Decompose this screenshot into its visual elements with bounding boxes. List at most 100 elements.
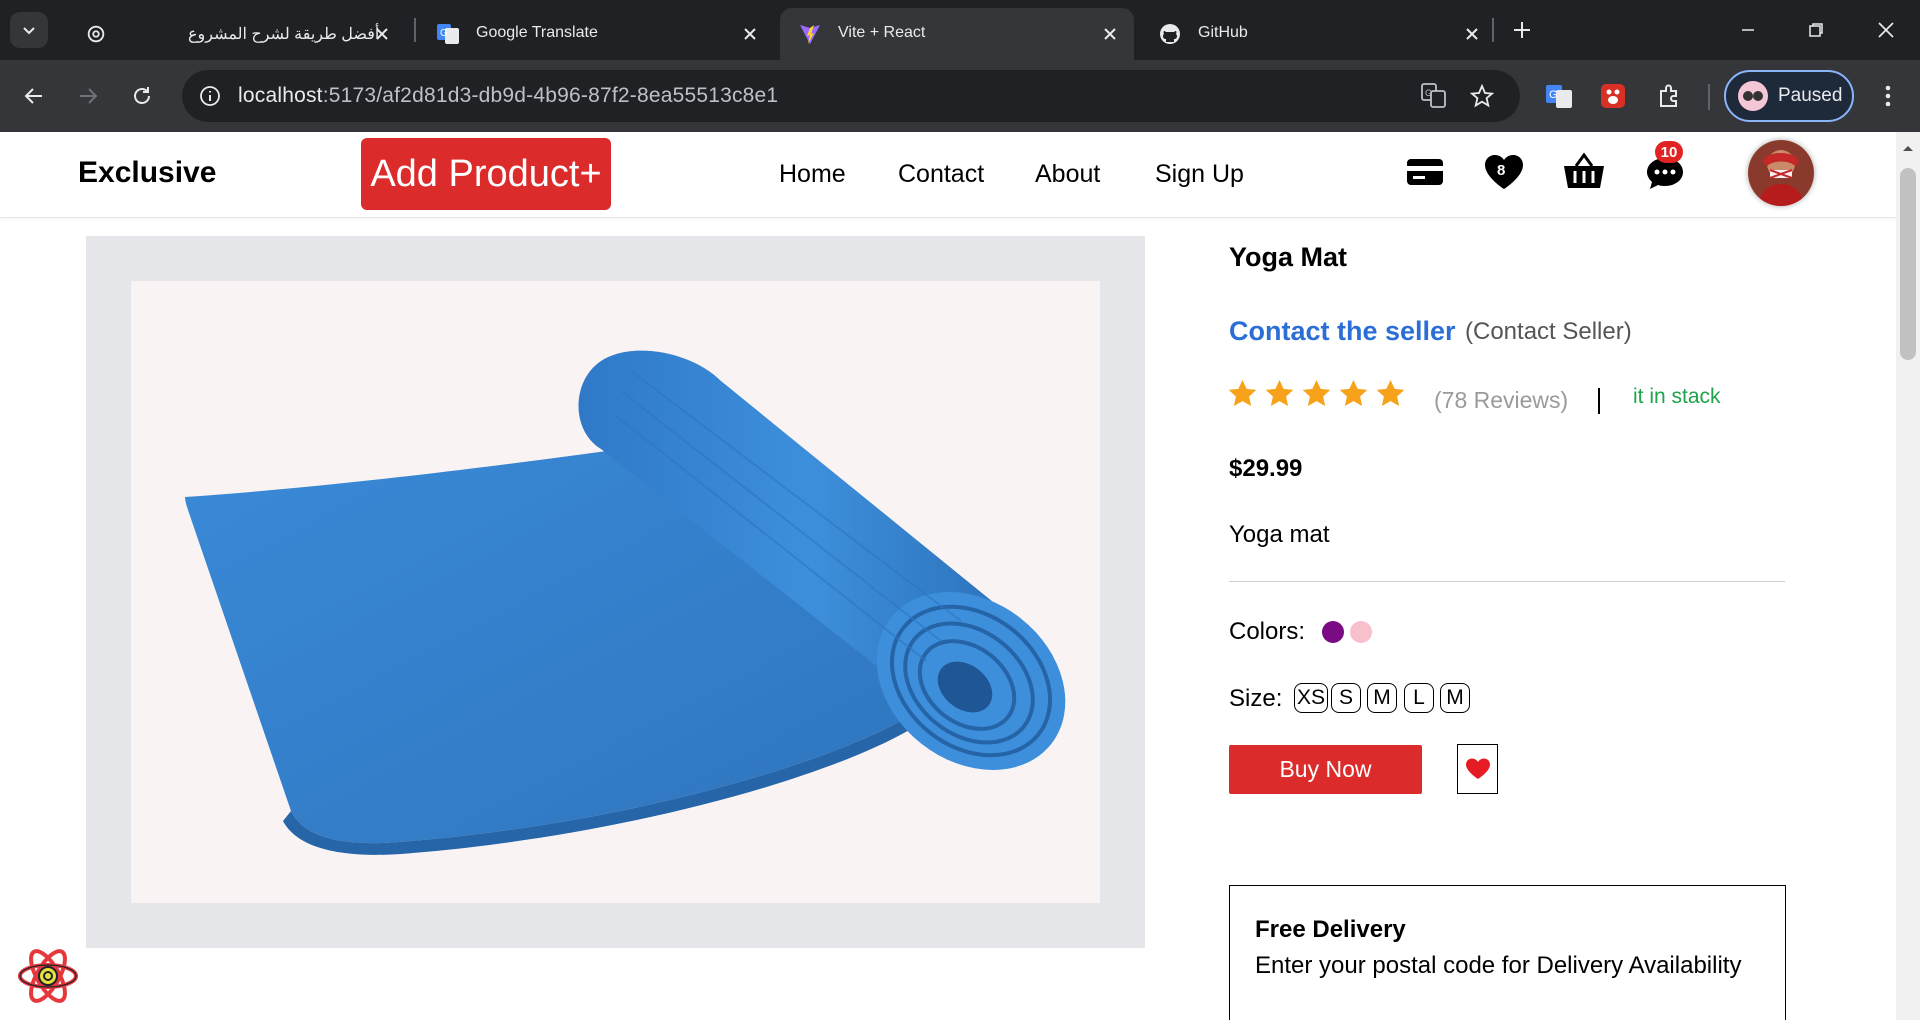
tab-divider	[414, 18, 416, 42]
messages-chat-icon[interactable]: 10	[1641, 141, 1689, 196]
size-option-m[interactable]: M	[1367, 683, 1397, 713]
nav-sign-up[interactable]: Sign Up	[1155, 160, 1244, 189]
tab-title: GitHub	[1198, 24, 1248, 41]
address-bar[interactable]: localhost:5173/af2d81d3-db9d-4b96-87f2-8…	[182, 70, 1520, 122]
browser-tab-bar: أفضل طريقة لشرح المشروع G Google Transla…	[0, 0, 1920, 60]
restore-icon	[1809, 23, 1823, 37]
tab-title: Google Translate	[476, 24, 598, 41]
close-icon[interactable]	[1460, 22, 1484, 46]
rating-divider	[1598, 388, 1600, 414]
star-icon	[1265, 379, 1294, 407]
google-translate-icon: G	[436, 22, 460, 46]
close-icon[interactable]	[1098, 22, 1122, 46]
reload-button[interactable]	[122, 76, 162, 116]
tab-openai[interactable]: أفضل طريقة لشرح المشروع	[66, 8, 406, 60]
review-count[interactable]: (78 Reviews)	[1434, 387, 1568, 414]
close-window-button[interactable]	[1866, 12, 1906, 48]
paw-extension-icon[interactable]	[1594, 77, 1632, 115]
nav-contact[interactable]: Contact	[898, 160, 984, 189]
brand-logo[interactable]: Exclusive	[78, 156, 216, 190]
color-swatch-purple[interactable]	[1322, 621, 1344, 643]
plus-icon	[1514, 22, 1530, 38]
add-to-wishlist-button[interactable]	[1457, 744, 1498, 794]
size-option-m[interactable]: M	[1440, 683, 1470, 713]
delivery-title: Free Delivery	[1255, 916, 1406, 943]
product-image[interactable]	[131, 281, 1100, 903]
buy-now-button[interactable]: Buy Now	[1229, 745, 1422, 794]
scroll-up-arrow-icon[interactable]	[1896, 136, 1920, 160]
tab-vite-react[interactable]: Vite + React	[780, 8, 1134, 60]
react-logo-icon	[18, 949, 78, 1003]
messages-badge: 10	[1655, 141, 1683, 163]
tab-title: Vite + React	[838, 24, 926, 41]
svg-text:G: G	[1425, 88, 1432, 98]
section-divider	[1229, 581, 1785, 582]
stock-status: it in stack	[1633, 385, 1721, 408]
restore-button[interactable]	[1796, 12, 1836, 48]
svg-text:G: G	[440, 28, 448, 39]
product-price: $29.99	[1229, 455, 1303, 482]
svg-text:G: G	[1549, 89, 1558, 101]
add-product-button[interactable]: Add Product+	[361, 138, 611, 210]
google-translate-extension-icon[interactable]: G	[1540, 77, 1578, 115]
minimize-button[interactable]	[1728, 12, 1768, 48]
site-header: Exclusive Add Product+ Home Contact Abou…	[0, 132, 1896, 218]
size-option-s[interactable]: S	[1331, 683, 1361, 713]
tab-divider	[1492, 18, 1494, 42]
rating-stars	[1227, 378, 1406, 409]
profile-avatar	[1738, 81, 1768, 111]
size-label: Size:	[1229, 685, 1283, 712]
arrow-left-icon	[24, 88, 42, 104]
star-icon	[1302, 379, 1331, 407]
cart-basket-icon[interactable]	[1560, 148, 1608, 196]
tab-github[interactable]: GitHub	[1140, 8, 1496, 60]
contact-seller-hint: (Contact Seller)	[1465, 318, 1632, 345]
nav-home[interactable]: Home	[779, 160, 846, 189]
delivery-info-box: Free Delivery Enter your postal code for…	[1229, 885, 1786, 1020]
profile-button[interactable]: Paused	[1724, 70, 1854, 122]
vite-icon	[798, 22, 822, 46]
color-swatch-pink[interactable]	[1350, 621, 1372, 643]
url-host: localhost	[238, 84, 323, 107]
star-icon	[1376, 379, 1405, 407]
product-name: Yoga Mat	[1229, 242, 1348, 272]
scroll-thumb[interactable]	[1900, 168, 1916, 360]
reload-icon	[134, 87, 150, 104]
extensions-puzzle-icon[interactable]	[1650, 77, 1688, 115]
messages-count: 10	[1660, 143, 1678, 161]
product-image-panel	[86, 236, 1145, 948]
browser-menu-button[interactable]	[1870, 78, 1906, 114]
user-avatar[interactable]	[1748, 140, 1814, 206]
back-button[interactable]	[14, 76, 54, 116]
size-option-l[interactable]: L	[1404, 683, 1434, 713]
site-info-icon[interactable]	[194, 80, 226, 112]
colors-label: Colors:	[1229, 618, 1306, 645]
product-description: Yoga mat	[1229, 521, 1330, 548]
heart-icon	[1465, 758, 1490, 779]
delivery-text: Enter your postal code for Delivery Avai…	[1255, 952, 1742, 979]
close-icon[interactable]	[738, 22, 762, 46]
contact-seller-link[interactable]: Contact the seller	[1229, 316, 1456, 347]
arrow-right-icon	[80, 88, 98, 104]
nav-about[interactable]: About	[1035, 160, 1100, 189]
bookmark-star-icon[interactable]	[1466, 80, 1498, 112]
github-icon	[1158, 22, 1182, 46]
payment-card-icon[interactable]	[1401, 148, 1449, 196]
minimize-icon	[1742, 29, 1754, 31]
toolbar-divider	[1708, 84, 1710, 110]
forward-button[interactable]	[68, 76, 108, 116]
tab-search-button[interactable]	[10, 12, 48, 48]
profile-status: Paused	[1778, 85, 1843, 106]
close-icon[interactable]	[370, 22, 394, 46]
url-text[interactable]: localhost:5173/af2d81d3-db9d-4b96-87f2-8…	[238, 84, 778, 108]
tab-google-translate[interactable]: G Google Translate	[418, 8, 774, 60]
url-path: :5173/af2d81d3-db9d-4b96-87f2-8ea55513c8…	[322, 84, 779, 107]
translate-icon[interactable]: G	[1418, 80, 1450, 112]
new-tab-button[interactable]	[1504, 16, 1540, 44]
wishlist-heart-icon[interactable]: 8	[1480, 148, 1528, 196]
chevron-down-icon	[23, 27, 35, 35]
page-scrollbar[interactable]	[1896, 132, 1920, 1020]
react-devtools-button[interactable]	[16, 944, 80, 1008]
size-option-xs[interactable]: XS	[1294, 683, 1329, 713]
more-vertical-icon	[1885, 85, 1891, 107]
